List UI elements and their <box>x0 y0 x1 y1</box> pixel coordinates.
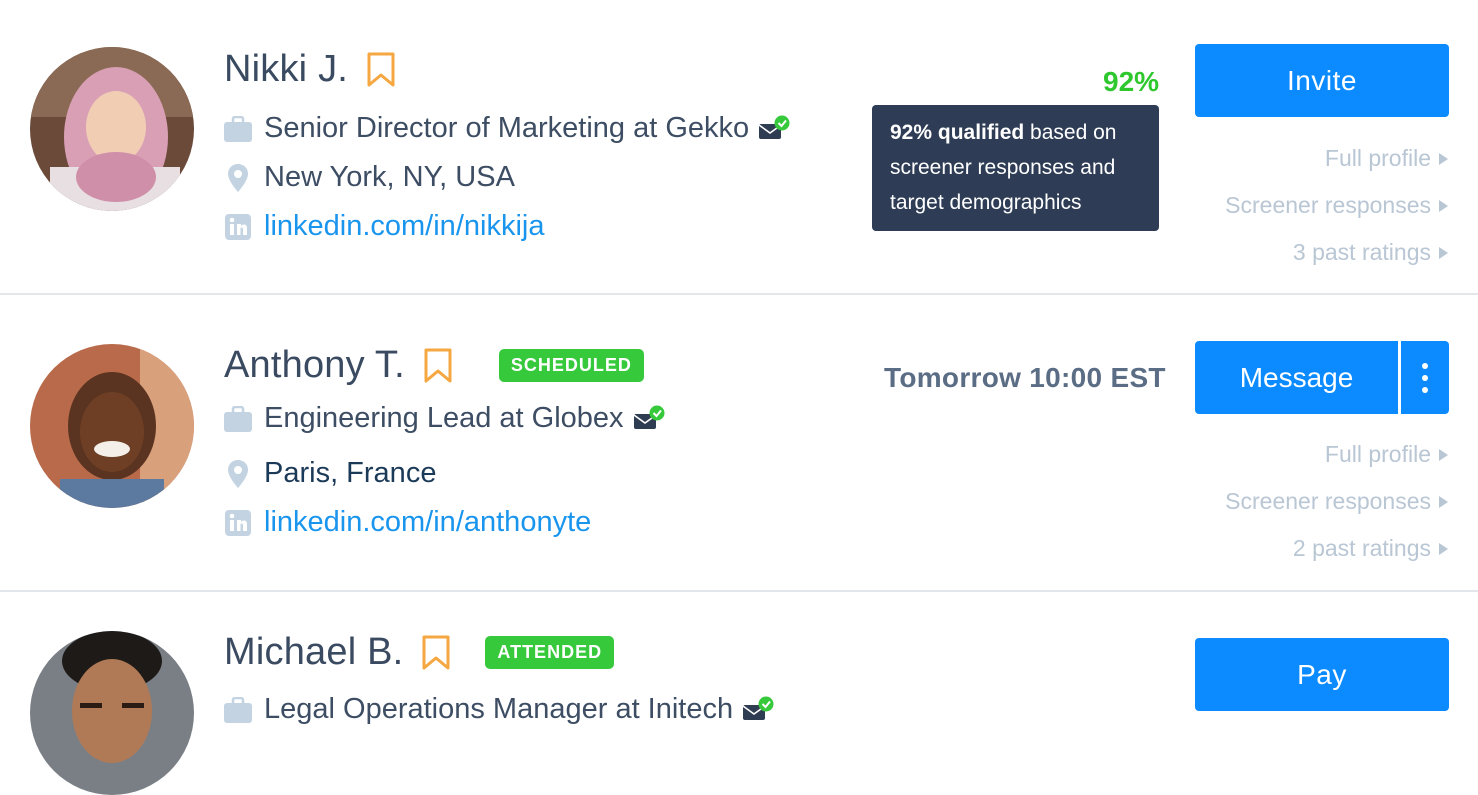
candidate-row: Michael B. ATTENDED Legal Operations Man… <box>0 593 1478 795</box>
caret-right-icon <box>1439 152 1448 165</box>
scheduled-time: Tomorrow 10:00 EST <box>884 362 1166 393</box>
screener-responses-link[interactable]: Screener responses <box>1225 192 1448 219</box>
screener-responses-label: Screener responses <box>1225 192 1431 218</box>
message-button[interactable]: Message <box>1195 341 1398 414</box>
linkedin-icon <box>224 213 252 241</box>
job-title: Legal Operations Manager at Initech <box>264 693 734 725</box>
candidate-name: Nikki J. <box>224 48 349 90</box>
job-title: Senior Director of Marketing at Gekko <box>264 112 750 144</box>
verified-email-icon <box>633 405 665 429</box>
caret-right-icon <box>1439 246 1448 259</box>
linkedin-line: linkedin.com/in/anthonyte <box>224 506 591 539</box>
past-ratings-link[interactable]: 2 past ratings <box>1293 535 1448 562</box>
screener-responses-label: Screener responses <box>1225 488 1431 514</box>
linkedin-icon <box>224 509 252 537</box>
status-badge: SCHEDULED <box>498 349 644 382</box>
job-title-line: Senior Director of Marketing at Gekko <box>224 112 791 145</box>
past-ratings-label: 3 past ratings <box>1292 239 1431 265</box>
location: Paris, France <box>264 457 437 489</box>
full-profile-label: Full profile <box>1324 145 1431 171</box>
location-pin-icon <box>224 163 252 192</box>
qualification-tooltip: 92% qualified based on screener response… <box>872 105 1159 231</box>
past-ratings-link[interactable]: 3 past ratings <box>1293 239 1448 266</box>
avatar[interactable] <box>30 47 194 211</box>
bookmark-icon[interactable] <box>421 635 451 671</box>
avatar[interactable] <box>30 344 194 508</box>
verified-email-icon <box>759 115 790 139</box>
linkedin-line: linkedin.com/in/nikkija <box>224 210 544 243</box>
status-badge: ATTENDED <box>485 636 615 669</box>
verified-email-icon <box>743 696 774 720</box>
caret-right-icon <box>1439 199 1448 212</box>
briefcase-icon <box>224 405 252 433</box>
job-title-line: Legal Operations Manager at Initech <box>224 693 775 726</box>
briefcase-icon <box>224 115 252 143</box>
candidate-name: Anthony T. <box>224 344 405 386</box>
message-button-group: Message <box>1195 341 1449 414</box>
briefcase-icon <box>224 696 252 724</box>
caret-right-icon <box>1439 448 1448 461</box>
past-ratings-label: 2 past ratings <box>1292 535 1431 561</box>
job-title: Engineering Lead at Globex <box>264 402 624 434</box>
more-vertical-icon[interactable] <box>1401 341 1449 414</box>
location-pin-icon <box>224 459 252 488</box>
candidate-name: Michael B. <box>224 631 404 673</box>
linkedin-link[interactable]: linkedin.com/in/anthonyte <box>264 506 591 539</box>
linkedin-link[interactable]: linkedin.com/in/nikkija <box>264 210 544 243</box>
bookmark-icon[interactable] <box>423 348 453 384</box>
screener-responses-link[interactable]: Screener responses <box>1225 488 1448 515</box>
full-profile-link[interactable]: Full profile <box>1325 441 1448 468</box>
qualification-score[interactable]: 92% <box>1103 66 1159 98</box>
job-title-line: Engineering Lead at Globex <box>224 402 666 435</box>
bookmark-icon[interactable] <box>366 52 396 88</box>
pay-button[interactable]: Pay <box>1195 638 1449 711</box>
avatar[interactable] <box>30 631 194 795</box>
invite-button[interactable]: Invite <box>1195 44 1449 117</box>
location: New York, NY, USA <box>264 161 515 193</box>
caret-right-icon <box>1439 542 1448 555</box>
candidate-row: Nikki J. Senior Director of Marketing at… <box>0 0 1478 295</box>
full-profile-link[interactable]: Full profile <box>1325 145 1448 172</box>
tooltip-bold-text: 92% qualified <box>890 121 1025 144</box>
location-line: Paris, France <box>224 457 436 490</box>
candidate-row: Anthony T. SCHEDULED Engineering Lead at… <box>0 296 1478 592</box>
caret-right-icon <box>1439 495 1448 508</box>
full-profile-label: Full profile <box>1324 441 1431 467</box>
location-line: New York, NY, USA <box>224 161 515 194</box>
